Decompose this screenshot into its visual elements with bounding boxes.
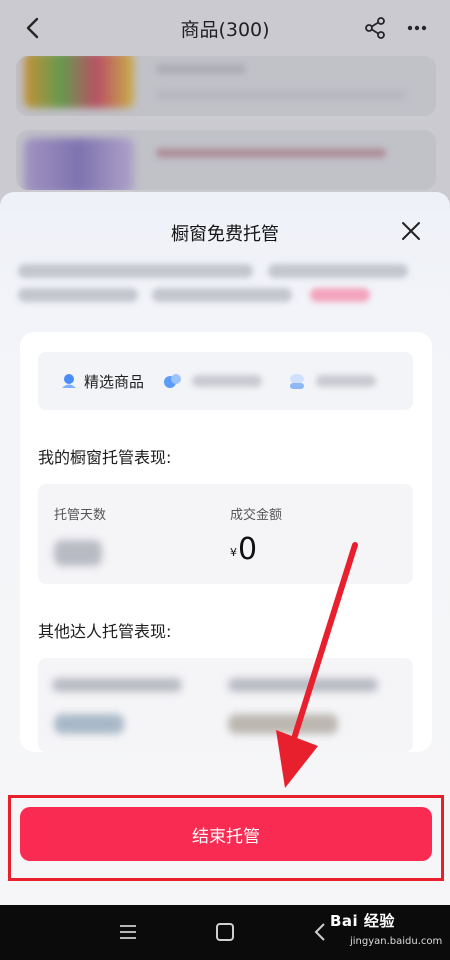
watermark-sub: jingyan.baidu.com	[350, 936, 443, 947]
tab-selected-products[interactable]: 精选商品	[38, 352, 156, 410]
avatar-group-blur	[228, 714, 338, 734]
bag-icon	[62, 374, 76, 388]
home-icon[interactable]	[216, 923, 234, 941]
my-performance-title: 我的橱窗托管表现:	[38, 448, 172, 467]
description-blur	[18, 288, 138, 302]
my-performance-box: 托管天数 成交金额 ¥0	[38, 484, 413, 584]
currency-symbol: ¥	[230, 546, 237, 559]
tab-blurred[interactable]	[156, 352, 282, 410]
category-tabs: 精选商品	[38, 352, 413, 410]
watermark-main: Bai 经验	[330, 912, 395, 930]
menu-icon[interactable]	[118, 923, 138, 941]
description-blur	[268, 264, 408, 278]
amount-value: ¥0	[230, 532, 257, 567]
hosting-days-value-blur	[54, 540, 102, 566]
tab-blurred[interactable]	[282, 352, 376, 410]
tab-label: 精选商品	[84, 372, 145, 391]
baidu-jingyan-watermark: Bai 经验 jingyan.baidu.com	[330, 910, 442, 947]
description-blur	[18, 264, 253, 278]
end-hosting-button[interactable]: 结束托管	[20, 807, 432, 861]
others-performance-title: 其他达人托管表现:	[38, 622, 172, 641]
back-icon[interactable]	[312, 921, 328, 943]
hosting-days-label: 托管天数	[54, 508, 107, 523]
performance-panel: 精选商品 我的橱窗托管表现: 托管天数 成交金额 ¥0 其他达人托管表现:	[20, 332, 432, 752]
close-icon[interactable]	[400, 220, 422, 242]
tab-label-blur	[192, 375, 262, 387]
others-performance-box	[38, 658, 413, 752]
hat-icon	[290, 374, 304, 389]
blob-icon	[164, 374, 181, 388]
amount-number: 0	[238, 532, 258, 567]
amount-label: 成交金额	[230, 508, 283, 523]
others-stat-blur	[52, 678, 182, 692]
tab-label-blur	[316, 375, 376, 387]
avatar-group-blur	[54, 714, 124, 734]
others-stat-blur	[228, 678, 378, 692]
description-blur	[152, 288, 292, 302]
sheet-title: 橱窗免费托管	[171, 224, 279, 245]
description-link-blur[interactable]	[310, 288, 370, 302]
